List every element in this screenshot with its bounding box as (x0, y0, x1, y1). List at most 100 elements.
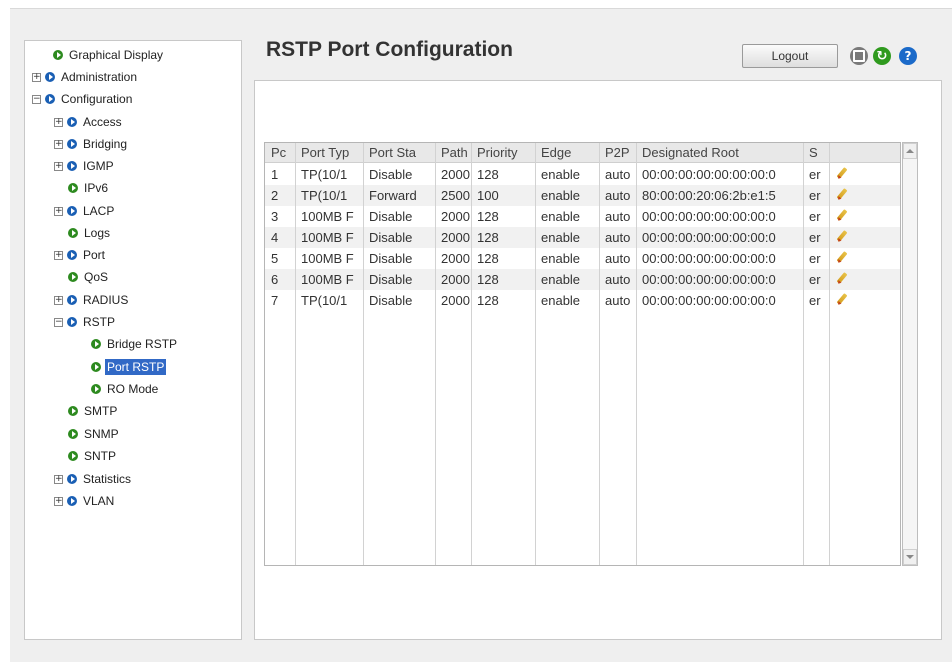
refresh-icon[interactable]: ↻ (873, 47, 891, 65)
col-designated-root-cell: 00:00:00:00:00:00:00:0 (642, 272, 776, 287)
scroll-up-arrow-icon[interactable] (903, 143, 917, 159)
edit-pencil-icon[interactable] (835, 167, 849, 181)
col-path-cell: 2000 (441, 209, 470, 224)
tree-item-logs[interactable]: Logs (68, 223, 112, 243)
col-p2p-cell: auto (605, 272, 631, 287)
tree-item-qos[interactable]: QoS (68, 267, 110, 287)
col-priority-cell: 128 (477, 209, 499, 224)
col-priority-cell: 128 (477, 230, 499, 245)
col-s-cell: er (809, 209, 821, 224)
tree-item-statistics[interactable]: + Statistics (54, 469, 133, 489)
expand-icon[interactable]: + (54, 250, 63, 260)
tree-item-smtp[interactable]: SMTP (68, 401, 119, 421)
collapse-icon[interactable]: − (32, 94, 41, 104)
node-arrow-icon (45, 94, 55, 104)
col-s-cell: er (809, 230, 821, 245)
tree-label: IGMP (83, 159, 114, 173)
col-p2p-cell: auto (605, 230, 631, 245)
edit-pencil-icon[interactable] (835, 293, 849, 307)
table-row[interactable]: 7 TP(10/1 Disable 2000 128 enable auto 00:00:00… (265, 290, 900, 311)
col-port-type-cell: 100MB F (301, 251, 354, 266)
tree-label-selected: Port RSTP (105, 359, 167, 375)
expand-icon[interactable]: + (32, 72, 41, 82)
col-port-state-cell: Disable (369, 209, 413, 224)
col-port-type-header[interactable]: Port Typ (295, 143, 363, 163)
tree-item-graphical-display[interactable]: Graphical Display (53, 45, 165, 65)
tree-item-rstp[interactable]: − RSTP (54, 312, 117, 332)
col-designated-root-cell: 00:00:00:00:00:00:00:0 (642, 230, 776, 245)
edit-pencil-icon[interactable] (835, 272, 849, 286)
tree-item-bridge-rstp[interactable]: Bridge RSTP (91, 334, 179, 354)
tree-label: QoS (84, 270, 109, 284)
node-arrow-icon (67, 295, 77, 305)
edit-pencil-icon[interactable] (835, 188, 849, 202)
expand-icon[interactable]: + (54, 474, 63, 484)
tree-item-configuration[interactable]: − Configuration (32, 89, 134, 109)
logout-button[interactable]: Logout (742, 44, 838, 68)
table-row[interactable]: 6 100MB F Disable 2000 128 enable auto 00:00:00… (265, 269, 900, 290)
column-divider (599, 143, 600, 565)
col-edge-header[interactable]: Edge (535, 143, 599, 163)
tree-item-port-rstp[interactable]: Port RSTP (91, 357, 167, 377)
col-path-cell: 2000 (441, 272, 470, 287)
col-designated-root-cell: 00:00:00:00:00:00:00:0 (642, 209, 776, 224)
table-row[interactable]: 2 TP(10/1 Forward 2500 100 enable auto 80:00:00… (265, 185, 900, 206)
col-s-cell: er (809, 251, 821, 266)
col-port-type-cell: TP(10/1 (301, 188, 348, 203)
edit-pencil-icon[interactable] (835, 230, 849, 244)
col-port-state-header[interactable]: Port Sta (363, 143, 435, 163)
col-edge-cell: enable (541, 167, 581, 182)
tree-label: Bridging (83, 137, 128, 151)
col-port-state-cell: Forward (369, 188, 417, 203)
col-p2p-header[interactable]: P2P (599, 143, 636, 163)
col-s-cell: er (809, 272, 821, 287)
column-divider (636, 143, 637, 565)
col-port-header[interactable]: Pc (265, 143, 295, 163)
tree-label: Graphical Display (69, 48, 164, 62)
expand-icon[interactable]: + (54, 161, 63, 171)
col-path-header[interactable]: Path (435, 143, 471, 163)
col-designated-root-header[interactable]: Designated Root (636, 143, 803, 163)
col-priority-cell: 128 (477, 251, 499, 266)
tree-item-port[interactable]: + Port (54, 245, 107, 265)
col-s-header[interactable]: S (803, 143, 829, 163)
table-row[interactable]: 4 100MB F Disable 2000 128 enable auto 00:00:00… (265, 227, 900, 248)
tree-item-ro-mode[interactable]: RO Mode (91, 379, 160, 399)
scroll-down-arrow-icon[interactable] (903, 549, 917, 565)
col-priority-cell: 128 (477, 167, 499, 182)
tree-item-vlan[interactable]: + VLAN (54, 491, 116, 511)
edit-pencil-icon[interactable] (835, 209, 849, 223)
expand-icon[interactable]: + (54, 295, 63, 305)
column-divider (803, 143, 804, 565)
table-scrollbar[interactable] (902, 142, 918, 566)
col-port-cell: 6 (271, 272, 279, 287)
tree-item-ipv6[interactable]: IPv6 (68, 178, 110, 198)
tree-item-igmp[interactable]: + IGMP (54, 156, 116, 176)
col-edge-cell: enable (541, 293, 581, 308)
expand-icon[interactable]: + (54, 139, 63, 149)
col-port-state-cell: Disable (369, 230, 413, 245)
tree-item-snmp[interactable]: SNMP (68, 424, 121, 444)
expand-icon[interactable]: + (54, 496, 63, 506)
tree-label: IPv6 (84, 181, 109, 195)
expand-icon[interactable]: + (54, 206, 63, 216)
col-edge-cell: enable (541, 251, 581, 266)
table-row[interactable]: 1 TP(10/1 Disable 2000 128 enable auto 00:00:00… (265, 164, 900, 185)
tree-item-radius[interactable]: + RADIUS (54, 290, 130, 310)
help-icon[interactable]: ? (899, 47, 917, 65)
col-priority-header[interactable]: Priority (471, 143, 535, 163)
expand-icon[interactable]: + (54, 117, 63, 127)
tree-item-lacp[interactable]: + LACP (54, 201, 116, 221)
tree-item-bridging[interactable]: + Bridging (54, 134, 129, 154)
table-row[interactable]: 3 100MB F Disable 2000 128 enable auto 00:00:00… (265, 206, 900, 227)
edit-pencil-icon[interactable] (835, 251, 849, 265)
collapse-icon[interactable]: − (54, 317, 63, 327)
save-icon[interactable] (850, 47, 868, 65)
col-port-type-cell: 100MB F (301, 209, 354, 224)
col-port-state-cell: Disable (369, 272, 413, 287)
tree-item-access[interactable]: + Access (54, 112, 124, 132)
tree-label: SNMP (84, 427, 119, 441)
tree-item-sntp[interactable]: SNTP (68, 446, 118, 466)
tree-item-administration[interactable]: + Administration (32, 67, 139, 87)
table-row[interactable]: 5 100MB F Disable 2000 128 enable auto 00:00:00… (265, 248, 900, 269)
